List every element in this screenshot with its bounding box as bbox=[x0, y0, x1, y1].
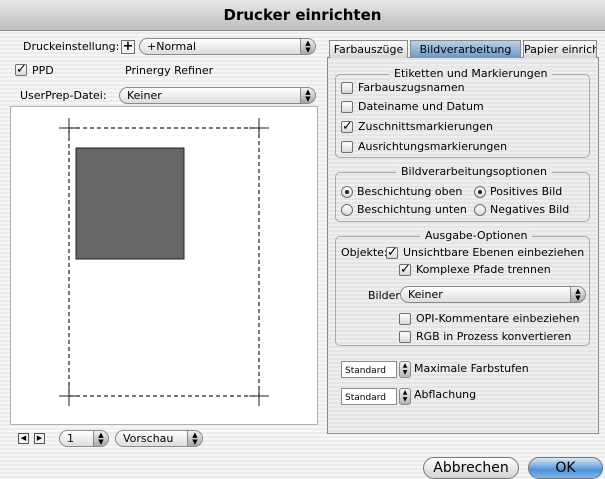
page-preview-canvas bbox=[59, 118, 269, 406]
updown-arrows-icon: ▲ ▼ bbox=[300, 39, 315, 54]
bilder-select[interactable]: Keiner ▲ ▼ bbox=[400, 286, 586, 303]
view-select[interactable]: Vorschau ▲ ▼ bbox=[115, 430, 203, 447]
unsichtbare-checkbox[interactable]: ✓ bbox=[386, 246, 398, 259]
bildopt-title: Bildverarbeitungsoptionen bbox=[396, 165, 553, 178]
view-value: Vorschau bbox=[123, 432, 174, 445]
beschichtung-unten-radio[interactable] bbox=[341, 204, 353, 216]
ppd-label: PPD bbox=[32, 64, 54, 77]
bilder-label: Bilder bbox=[368, 289, 400, 302]
dateiname-label: Dateiname und Datum bbox=[358, 100, 484, 113]
druckeinstellung-select[interactable]: +Normal ▲ ▼ bbox=[139, 38, 316, 55]
druckeinstellung-value: +Normal bbox=[147, 40, 197, 53]
abflachung-select[interactable]: Standard bbox=[341, 388, 397, 405]
prev-page-button[interactable]: ◀ bbox=[18, 433, 29, 444]
ausrichtung-checkbox[interactable] bbox=[341, 141, 353, 153]
add-preset-button[interactable]: + bbox=[121, 40, 135, 54]
userprep-value: Keiner bbox=[127, 89, 162, 102]
rgb-checkbox[interactable] bbox=[399, 331, 411, 343]
rgb-label: RGB in Prozess konvertieren bbox=[416, 330, 572, 343]
updown-arrows-icon: ▲ ▼ bbox=[187, 431, 202, 446]
negatives-bild-radio[interactable] bbox=[474, 204, 486, 216]
farbstufen-stepper[interactable]: ▲ ▼ bbox=[399, 361, 411, 378]
updown-arrows-icon: ▲ ▼ bbox=[300, 88, 315, 103]
tab-bildverarbeitung[interactable]: Bildverarbeitung bbox=[410, 40, 521, 58]
farbauszugsnamen-label: Farbauszugsnamen bbox=[358, 81, 465, 94]
komplexe-label: Komplexe Pfade trennen bbox=[416, 263, 551, 276]
farbstufen-label: Maximale Farbstufen bbox=[414, 362, 529, 375]
beschichtung-oben-label: Beschichtung oben bbox=[357, 185, 463, 198]
userprep-select[interactable]: Keiner ▲ ▼ bbox=[119, 87, 316, 104]
updown-arrows-icon: ▲ ▼ bbox=[93, 431, 108, 446]
farbstufen-select[interactable]: Standard bbox=[341, 361, 397, 378]
abflachung-stepper[interactable]: ▲ ▼ bbox=[399, 388, 411, 405]
opi-label: OPI-Kommentare einbeziehen bbox=[416, 312, 580, 325]
zuschnitt-checkbox[interactable]: ✓ bbox=[341, 120, 353, 133]
etiketten-title: Etiketten und Markierungen bbox=[389, 67, 553, 80]
druckeinstellung-label: Druckeinstellung: bbox=[23, 40, 120, 53]
ausgabe-title: Ausgabe-Optionen bbox=[420, 229, 533, 242]
farbauszugsnamen-checkbox[interactable] bbox=[341, 82, 353, 94]
beschichtung-oben-radio[interactable] bbox=[341, 186, 353, 198]
positives-bild-radio[interactable] bbox=[474, 186, 486, 198]
page-value: 1 bbox=[67, 432, 74, 445]
tab-farbauszuege[interactable]: Farbauszüge bbox=[329, 40, 408, 58]
dateiname-checkbox[interactable] bbox=[341, 101, 353, 113]
next-page-button[interactable]: ▶ bbox=[34, 433, 45, 444]
userprep-label: UserPrep-Datei: bbox=[20, 89, 107, 102]
ok-button[interactable]: OK bbox=[528, 457, 603, 479]
window-title: Drucker einrichten bbox=[0, 0, 605, 31]
ppd-checkbox[interactable]: ✓ bbox=[15, 63, 27, 76]
opi-checkbox[interactable] bbox=[399, 313, 411, 325]
cancel-button[interactable]: Abbrechen bbox=[423, 457, 519, 479]
komplexe-checkbox[interactable]: ✓ bbox=[399, 263, 411, 276]
zuschnitt-label: Zuschnittsmarkierungen bbox=[358, 120, 494, 133]
abflachung-label: Abflachung bbox=[414, 388, 477, 401]
image-placeholder bbox=[75, 147, 185, 260]
beschichtung-unten-label: Beschichtung unten bbox=[357, 203, 467, 216]
farbstufen-value: Standard bbox=[345, 366, 386, 376]
ausrichtung-label: Ausrichtungsmarkierungen bbox=[358, 140, 508, 153]
page-select[interactable]: 1 ▲ ▼ bbox=[59, 430, 109, 447]
abflachung-value: Standard bbox=[345, 393, 386, 403]
objekte-label: Objekte: bbox=[341, 246, 388, 259]
page-preview bbox=[10, 106, 318, 425]
unsichtbare-label: Unsichtbare Ebenen einbeziehen bbox=[403, 246, 585, 259]
positives-bild-label: Positives Bild bbox=[490, 185, 563, 198]
ppd-value: Prinergy Refiner bbox=[125, 64, 214, 77]
tab-papier-einrichten[interactable]: Papier einrichten bbox=[523, 40, 597, 58]
bilder-value: Keiner bbox=[408, 288, 443, 301]
negatives-bild-label: Negatives Bild bbox=[490, 203, 570, 216]
